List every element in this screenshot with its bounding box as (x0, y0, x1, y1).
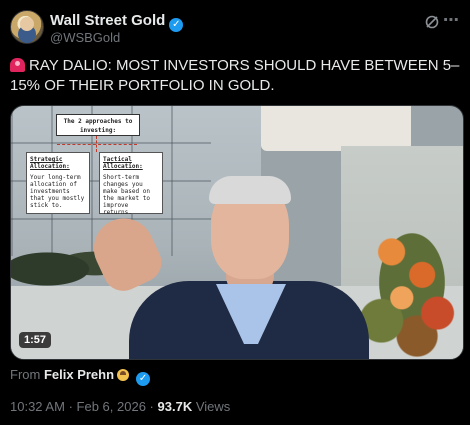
tweet-text: RAY DALIO: MOST INVESTORS SHOULD HAVE BE… (10, 56, 462, 96)
tweet-header: Wall Street Gold ✓ @WSBGold ⋯ (10, 10, 460, 48)
diagram-left-body: Your long-term allocation of investments… (30, 174, 85, 209)
face-emoji (117, 369, 130, 381)
tweet-body: RAY DALIO: MOST INVESTORS SHOULD HAVE BE… (10, 57, 460, 94)
verified-badge-icon: ✓ (169, 18, 184, 32)
video-player[interactable]: The 2 approaches to investing: Strategic… (10, 105, 464, 360)
diagram-left-heading: Strategic Allocation: (30, 156, 70, 170)
diagram-title: The 2 approaches to investing: (56, 114, 140, 136)
author-handle[interactable]: @WSBGold (50, 30, 120, 45)
speaker-hair (209, 176, 291, 204)
author-name[interactable]: Wall Street Gold (50, 12, 165, 29)
diagram-right-heading: Tactical Allocation: (103, 156, 143, 170)
meta-separator: · (68, 399, 73, 414)
author-avatar[interactable] (10, 10, 44, 44)
video-attribution: From Felix Prehn ✓ (10, 367, 151, 386)
video-duration-badge: 1:57 (19, 332, 52, 348)
tweet-meta: 10:32 AM · Feb 6, 2026 · 93.7K Views (10, 399, 230, 414)
diagram-connector (57, 144, 137, 145)
diagram-box-tactical: Tactical Allocation: Short-term changes … (99, 152, 163, 216)
police-light-emoji (10, 58, 25, 72)
diagram-box-strategic: Strategic Allocation: Your long-term all… (26, 152, 90, 214)
video-diagram-overlay: The 2 approaches to investing: Strategic… (26, 114, 176, 216)
views-label: Views (195, 399, 231, 414)
video-flowers (361, 206, 463, 359)
verified-badge-icon: ✓ (136, 372, 151, 386)
views-count[interactable]: 93.7K (158, 399, 193, 414)
tweet-date[interactable]: Feb 6, 2026 (77, 399, 146, 414)
diagram-right-body: Short-term changes you make based on the… (103, 174, 150, 216)
meta-separator: · (149, 399, 154, 414)
author-name-row[interactable]: Wall Street Gold ✓ (50, 12, 184, 32)
grok-icon[interactable] (424, 14, 440, 30)
attribution-prefix: From (10, 367, 41, 382)
more-options-icon[interactable]: ⋯ (443, 10, 460, 30)
tweet-time[interactable]: 10:32 AM (10, 399, 65, 414)
video-lamp (261, 106, 411, 151)
attribution-author[interactable]: Felix Prehn (44, 367, 114, 382)
